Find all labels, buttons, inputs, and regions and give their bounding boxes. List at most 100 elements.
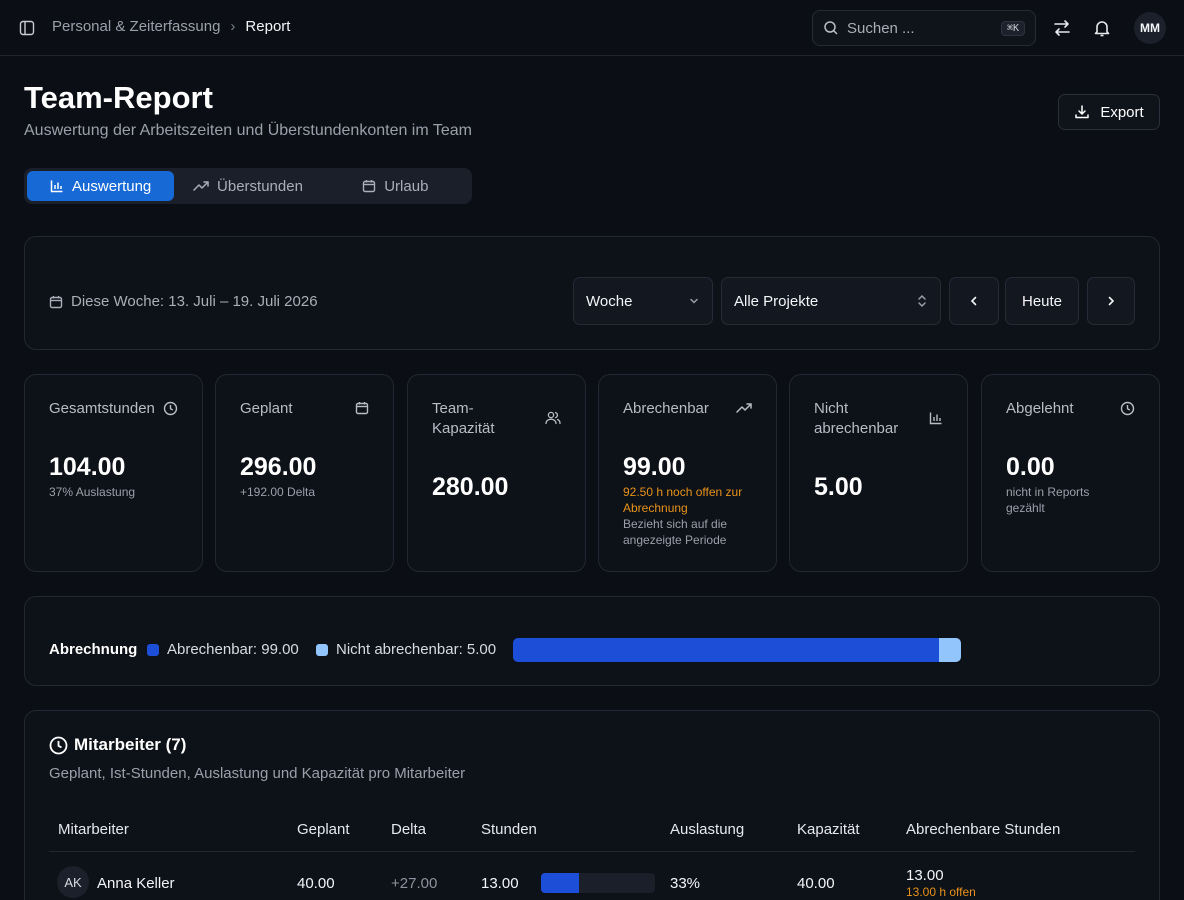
search-placeholder: Suchen ... [847,19,915,37]
column-header[interactable]: Delta [391,821,426,838]
top-bar: Personal & Zeiterfassung › Report Suchen… [0,0,1184,56]
search-input[interactable]: Suchen ... ⌘K [812,10,1036,46]
search-icon [823,20,839,36]
tab-label: Auswertung [72,177,152,195]
clock-icon [1120,401,1135,416]
stat-label: Gesamtstunden [49,400,155,417]
utilization: 33% [670,875,701,892]
stat-card-rejected: Abgelehnt 0.00 nicht in Reports gezählt [981,374,1160,572]
project-select-value: Alle Projekte [734,292,819,310]
trending-up-icon [193,179,209,193]
stat-sub: nicht in Reports gezählt [1006,485,1090,515]
stat-value: 5.00 [814,473,863,501]
breadcrumb: Personal & Zeiterfassung › Report [52,18,290,35]
tab-ueberstunden[interactable]: Überstunden [174,171,321,201]
stat-value: 0.00 [1006,453,1055,481]
page-subtitle: Auswertung der Arbeitszeiten und Überstu… [24,122,472,139]
stat-card-team-capacity: Team-Kapazität 280.00 [407,374,586,572]
range-select[interactable]: Woche [573,277,713,325]
table-row[interactable]: AK Anna Keller 40.00 +27.00 13.00 33% 40… [25,852,1161,900]
billing-bar-billable [513,638,940,662]
chevron-updown-icon [916,294,928,308]
stat-label: Abgelehnt [1006,400,1074,417]
legend-label: Abrechenbar: 99.00 [167,641,299,658]
utilization-bar [541,873,655,893]
team-title-text: Mitarbeiter (7) [74,735,187,754]
clock-icon [163,401,178,416]
stat-value: 296.00 [240,453,317,481]
next-period-button[interactable] [1087,277,1135,325]
breadcrumb-current: Report [245,18,291,35]
billable-hours: 13.00 [906,867,944,884]
tab-label: Urlaub [384,177,429,195]
breadcrumb-parent[interactable]: Personal & Zeiterfassung [52,18,220,35]
clock-icon [49,736,68,755]
users-icon [545,411,561,425]
team-card: Mitarbeiter (7) Geplant, Ist-Stunden, Au… [24,710,1160,900]
stat-value: 104.00 [49,453,126,481]
bar-chart-icon [50,179,64,193]
period-display: Diese Woche: 13. Juli – 19. Juli 2026 [49,293,318,310]
stat-label: Nicht abrechenbar [814,400,899,437]
column-header[interactable]: Stunden [481,821,537,838]
project-select[interactable]: Alle Projekte [721,277,941,325]
chevron-down-icon [688,295,700,307]
download-icon [1074,104,1090,120]
legend-non-billable: Nicht abrechenbar: 5.00 [316,641,496,658]
sidebar-toggle-icon[interactable] [16,17,38,39]
report-tabs: Auswertung Überstunden Urlaub [24,168,472,204]
billing-bar [513,638,961,662]
trending-up-icon [736,401,752,415]
billable-open: 13.00 h offen [906,885,976,899]
employee-name: Anna Keller [97,875,175,892]
column-header[interactable]: Geplant [297,821,350,838]
capacity: 40.00 [797,875,835,892]
stat-label: Geplant [240,400,293,417]
actual-hours: 13.00 [481,875,519,892]
stat-value: 99.00 [623,453,686,481]
bar-chart-icon [929,411,943,425]
team-description: Geplant, Ist-Stunden, Auslastung und Kap… [49,765,466,782]
column-header[interactable]: Kapazität [797,821,860,838]
stat-card-total-hours: Gesamtstunden 104.00 37% Auslastung [24,374,203,572]
tab-label: Überstunden [217,177,303,195]
breadcrumb-separator: › [230,18,236,35]
avatar: AK [57,866,89,898]
today-button[interactable]: Heute [1005,277,1079,325]
legend-swatch-non-billable [316,643,328,656]
utilization-bar-fill [541,873,579,893]
previous-period-button[interactable] [949,277,999,325]
billing-card: Abrechnung Abrechenbar: 99.00 Nicht abre… [24,596,1160,686]
filter-card: Diese Woche: 13. Juli – 19. Juli 2026 Wo… [24,236,1160,350]
switch-icon[interactable] [1051,17,1073,39]
user-avatar[interactable]: MM [1134,12,1166,44]
stat-card-non-billable: Nicht abrechenbar 5.00 [789,374,968,572]
billing-bar-non-billable [939,638,961,662]
bell-icon[interactable] [1091,17,1113,39]
search-shortcut: ⌘K [1000,20,1025,36]
tab-urlaub[interactable]: Urlaub [322,171,469,201]
billing-title: Abrechnung [49,641,138,658]
export-button[interactable]: Export [1058,94,1160,130]
chevron-right-icon [1105,295,1117,307]
stat-card-billable: Abrechenbar 99.00 92.50 h noch offen zur… [598,374,777,572]
tab-auswertung[interactable]: Auswertung [27,171,175,201]
delta-hours: +27.00 [391,875,438,892]
stat-sub: +192.00 Delta [240,485,316,499]
stat-warning: 92.50 h noch offen zur Abrechnung [623,485,743,515]
calendar-icon [49,295,63,309]
stat-label: Abrechenbar [623,400,709,417]
calendar-icon [362,179,376,193]
column-header[interactable]: Abrechenbare Stunden [906,821,1060,838]
stat-value: 280.00 [432,473,509,501]
legend-billable: Abrechenbar: 99.00 [147,641,299,658]
column-header[interactable]: Auslastung [670,821,744,838]
legend-swatch-billable [147,643,159,656]
period-label: Diese Woche: 13. Juli – 19. Juli 2026 [71,293,318,310]
column-header[interactable]: Mitarbeiter [58,821,129,838]
range-select-value: Woche [586,292,633,310]
stat-label: Team-Kapazität [432,400,495,437]
calendar-icon [355,401,369,415]
chevron-left-icon [968,295,980,307]
page-title: Team-Report [24,80,213,115]
